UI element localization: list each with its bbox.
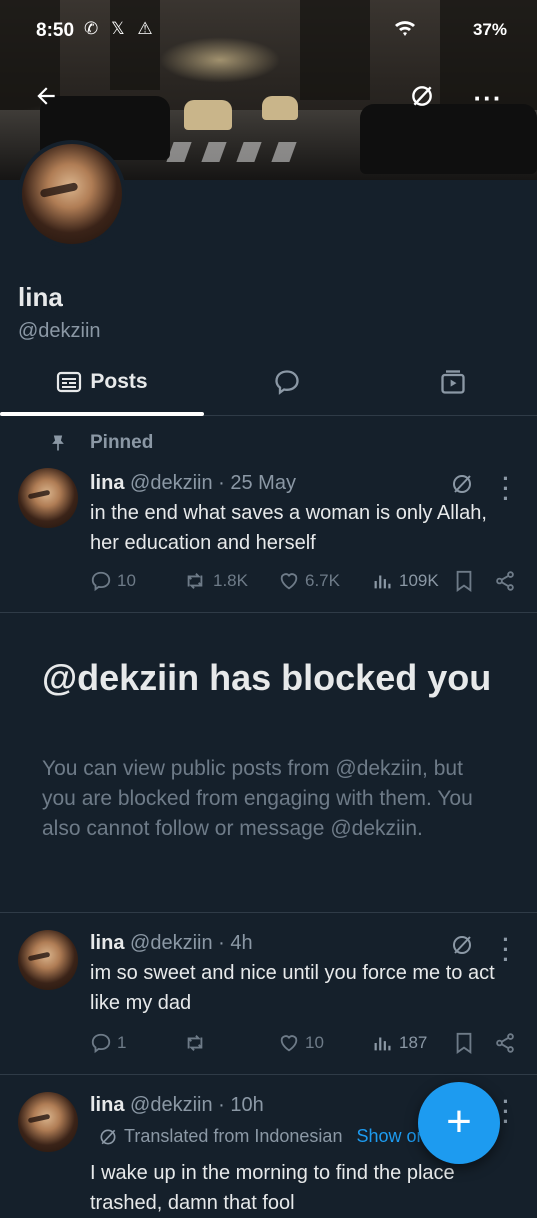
translated-label: Translated from Indonesian [124,1126,343,1146]
status-bar: 8:50 ✆ 𝕏 ⚠ 37% [0,14,537,48]
reply-icon [91,571,111,592]
post-avatar[interactable] [18,1092,78,1152]
back-button[interactable] [28,82,64,118]
like-button[interactable]: 10 [278,1032,324,1054]
post-avatar[interactable] [18,468,78,528]
views-chart-icon [374,575,391,589]
profile-handle: @dekziin [18,320,101,342]
post-actions: 10 1.8K 6.7K 109K [90,570,520,598]
pin-icon [52,435,64,451]
post-header: lina @dekziin · 25 May [90,472,296,494]
post-author-handle: @dekziin [130,472,213,494]
post-header: lina @dekziin · 4h [90,932,253,954]
post-actions: 1 10 187 [90,1032,520,1060]
tab-replies[interactable] [254,350,320,414]
profile-name: lina [18,282,63,312]
translation-notice: Translated from Indonesian Show original [98,1126,465,1147]
repost-count: 1.8K [213,571,248,590]
heart-icon [280,573,298,590]
grok-button[interactable] [404,82,440,118]
notification-icons: ✆ 𝕏 ⚠ [84,19,157,38]
compose-button[interactable]: + [418,1082,500,1164]
reply-count: 1 [117,1033,127,1052]
post-time: 4h [230,932,253,954]
reply-bubble-icon [275,370,299,395]
post-time: 10h [230,1094,264,1116]
pinned-label: Pinned [48,432,153,454]
like-count: 6.7K [305,571,340,590]
post-author-name[interactable]: lina [90,932,124,954]
bookmark-icon [456,1032,472,1054]
post-text: im so sweet and nice until you force me … [90,962,495,1014]
blocked-message: You can view public posts from @dekziin,… [42,757,473,840]
battery-level: 37% [472,20,507,39]
status-time: 8:50 [36,20,75,41]
reply-icon [91,1033,111,1054]
post-text: in the end what saves a woman is only Al… [90,502,487,554]
repost-button[interactable]: 1.8K [182,570,248,592]
blocked-title: @dekziin has blocked you [42,657,492,698]
views-button[interactable]: 187 [372,1032,427,1054]
wifi-icon [393,18,417,43]
tab-posts[interactable]: Posts [0,350,204,416]
media-icon [441,370,465,394]
repost-icon [187,573,203,589]
post-author-handle: @dekziin [130,1094,213,1116]
more-dots-icon: ··· [473,83,503,113]
post-author-name[interactable]: lina [90,1094,124,1116]
active-tab-indicator [0,412,204,416]
plus-icon: + [446,1097,472,1146]
divider [0,1074,537,1075]
reply-button[interactable]: 1 [90,1032,126,1054]
tab-posts-label: Posts [90,370,148,393]
like-count: 10 [305,1033,324,1052]
bookmark-button[interactable] [454,570,474,592]
share-icon [496,1033,514,1053]
heart-icon [280,1035,298,1052]
reply-button[interactable]: 10 [90,570,136,592]
divider [0,612,537,613]
profile-tabs: Posts [0,350,537,416]
bookmark-button[interactable] [454,1032,474,1054]
views-chart-icon [374,1037,391,1051]
divider [0,912,537,913]
grok-icon [100,1129,116,1144]
post-author-name[interactable]: lina [90,472,124,494]
share-button[interactable] [494,570,516,592]
post-text: I wake up in the morning to find the pla… [90,1162,455,1214]
views-button[interactable]: 109K [372,570,439,592]
tab-media[interactable] [420,350,486,414]
reply-count: 10 [117,571,136,590]
share-button[interactable] [494,1032,516,1054]
post-header: lina @dekziin · 10h [90,1094,264,1116]
repost-button[interactable] [182,1032,213,1054]
post-avatar[interactable] [18,930,78,990]
grok-icon [412,86,432,106]
more-options-button[interactable]: ··· [470,80,506,116]
view-count: 109K [399,571,439,590]
grok-icon[interactable] [450,472,474,501]
post-time: 25 May [230,472,296,494]
share-icon [496,571,514,591]
posts-icon [57,371,82,393]
repost-icon [187,1035,203,1051]
arrow-left-icon [37,87,55,105]
view-count: 187 [399,1033,428,1052]
bookmark-icon [456,570,472,592]
profile-avatar[interactable] [18,140,126,248]
like-button[interactable]: 6.7K [278,570,340,592]
post-author-handle: @dekziin [130,932,213,954]
